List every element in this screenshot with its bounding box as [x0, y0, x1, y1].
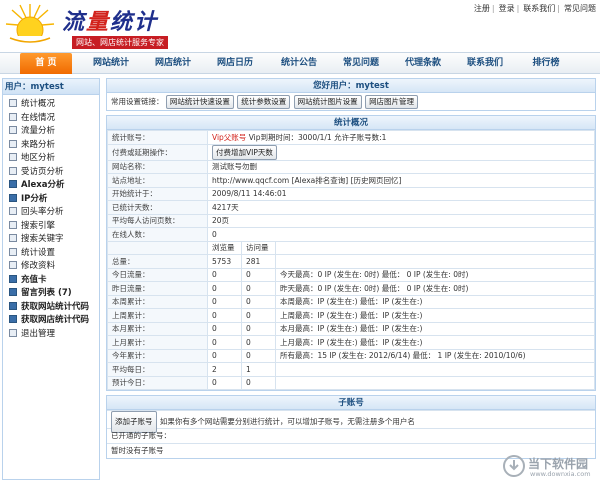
quick-links: 常用设置链接： 网站统计快速设置 统计参数设置 网站统计图片设置 网店图片管理	[107, 93, 595, 110]
vip-link[interactable]: Vip父账号	[212, 133, 246, 142]
table-row: 在线人数： 0	[107, 227, 595, 242]
subaccount-panel: 子账号 添加子账号 如果你有多个网站需要分别进行统计，可以增加子账号，无需注册多…	[106, 395, 596, 459]
sidebar-item-search-engine[interactable]: 搜索引擎	[3, 220, 99, 234]
sidebar-item-return-rate[interactable]: 回头率分析	[3, 206, 99, 220]
page-icon	[9, 220, 17, 229]
sidebar-item-online[interactable]: 在线情况	[3, 112, 99, 126]
table-row: 站点地址： http://www.qqcf.com [Alexa排名查询] [历…	[107, 173, 595, 188]
image-setup-button[interactable]: 网站统计图片设置	[293, 95, 362, 109]
faq-link[interactable]: 常见问题	[564, 4, 596, 13]
page-icon	[9, 112, 17, 121]
welcome-title: 您好用户：mytest	[107, 79, 595, 93]
table-row: 统计账号： Vip父账号 Vip到期时间：3000/1/1 允许子账号数:1	[107, 130, 595, 145]
sidebar: 用户：mytest 统计概况 在线情况 流量分析 来路分析 地区分析 受访页分析…	[2, 78, 100, 480]
sidebar-item-keywords[interactable]: 搜索关键字	[3, 233, 99, 247]
page-icon	[9, 207, 17, 215]
sidebar-item-profile[interactable]: 修改资料	[3, 260, 99, 274]
nav-agent-terms[interactable]: 代理条款	[394, 53, 452, 74]
page-icon	[9, 193, 17, 202]
overview-title: 统计概况	[107, 116, 595, 130]
quick-links-label: 常用设置链接：	[111, 97, 164, 106]
nav-contact[interactable]: 联系我们	[456, 53, 514, 74]
download-logo-icon	[503, 455, 525, 477]
page-icon	[9, 234, 17, 242]
sidebar-item-pages[interactable]: 受访页分析	[3, 166, 99, 180]
table-row: 本月累计： 0 0 本月最高：IP (发生在:) 最低：IP (发生在:)	[107, 321, 595, 336]
welcome-panel: 您好用户：mytest 常用设置链接： 网站统计快速设置 统计参数设置 网站统计…	[106, 78, 596, 111]
page-icon	[9, 153, 17, 161]
nav-site-stats[interactable]: 网站统计	[82, 53, 140, 74]
page-icon	[9, 139, 17, 148]
page-icon	[9, 288, 17, 296]
sidebar-item-settings[interactable]: 统计设置	[3, 247, 99, 261]
table-row: 上月累计： 0 0 上月最高：IP (发生在:) 最低：IP (发生在:)	[107, 335, 595, 350]
table-row: 今年累计： 0 0 所有最高：15 IP (发生在: 2012/6/14) 最低： 1…	[107, 348, 595, 363]
table-row: 网站名称： 测试账号勿删	[107, 159, 595, 174]
register-link[interactable]: 注册	[474, 4, 490, 13]
sun-logo-icon	[4, 4, 56, 50]
table-row: 已统计天数： 4217天	[107, 200, 595, 215]
sidebar-user: 用户：mytest	[3, 79, 99, 95]
overview-table: 统计账号： Vip父账号 Vip到期时间：3000/1/1 允许子账号数:1 付…	[107, 130, 595, 390]
page-icon	[9, 261, 17, 269]
logo-title[interactable]: 流量统计	[62, 4, 158, 36]
watermark: 当下软件园 www.downxia.com	[500, 452, 592, 480]
page-icon	[9, 301, 17, 310]
sidebar-item-get-shop-code[interactable]: 获取网店统计代码	[3, 314, 99, 328]
page-icon	[9, 126, 17, 134]
table-row: 昨日流量： 0 0 昨天最高：0 IP (发生在: 0时) 最低： 0 IP (发生在…	[107, 281, 595, 296]
sidebar-item-referrer[interactable]: 来路分析	[3, 139, 99, 153]
page-icon	[9, 247, 17, 256]
page-icon	[9, 99, 17, 107]
sidebar-item-messages[interactable]: 留言列表 (7)	[3, 287, 99, 301]
contact-link[interactable]: 联系我们	[523, 4, 555, 13]
shop-image-button[interactable]: 网店图片管理	[365, 95, 419, 109]
subaccount-title: 子账号	[107, 396, 595, 410]
nav-faq[interactable]: 常见问题	[332, 53, 390, 74]
table-row: 今日流量： 0 0 今天最高：0 IP (发生在: 0时) 最低： 0 IP (发生在…	[107, 267, 595, 282]
page-icon	[9, 166, 17, 175]
sidebar-item-traffic[interactable]: 流量分析	[3, 125, 99, 139]
table-row: 开始统计于： 2009/8/11 14:46:01	[107, 186, 595, 201]
add-subaccount-hint: 如果你有多个网站需要分别进行统计，可以增加子账号，无需注册多个用户名	[159, 417, 415, 426]
main-nav: 首 页 网站统计 网店统计 网店日历 统计公告 常见问题 代理条款 联系我们 排…	[0, 52, 600, 74]
header: 流量统计 网站、网店统计服务专家 注册 | 登录 | 联系我们 | 常见问题	[0, 0, 600, 52]
main-content: 您好用户：mytest 常用设置链接： 网站统计快速设置 统计参数设置 网站统计…	[106, 78, 596, 463]
sidebar-item-overview[interactable]: 统计概况	[3, 98, 99, 112]
nav-ranking[interactable]: 排行榜	[518, 53, 574, 74]
nav-shop-calendar[interactable]: 网店日历	[206, 53, 264, 74]
page-icon	[9, 274, 17, 283]
sidebar-item-ip[interactable]: IP分析	[3, 193, 99, 207]
param-setup-button[interactable]: 统计参数设置	[237, 95, 291, 109]
table-row: 平均每人访问页数： 20页	[107, 213, 595, 228]
sidebar-item-get-site-code[interactable]: 获取网站统计代码	[3, 301, 99, 315]
table-row: 本周累计： 0 0 本周最高：IP (发生在:) 最低：IP (发生在:)	[107, 294, 595, 309]
sidebar-item-recharge[interactable]: 充值卡	[3, 274, 99, 288]
login-link[interactable]: 登录	[499, 4, 515, 13]
overview-panel: 统计概况 统计账号： Vip父账号 Vip到期时间：3000/1/1 允许子账号…	[106, 115, 596, 391]
sidebar-item-alexa[interactable]: Alexa分析	[3, 179, 99, 193]
nav-announcements[interactable]: 统计公告	[270, 53, 328, 74]
table-row: 平均每日： 2 1	[107, 362, 595, 377]
sidebar-item-region[interactable]: 地区分析	[3, 152, 99, 166]
top-links: 注册 | 登录 | 联系我们 | 常见问题	[473, 4, 596, 13]
page-icon	[9, 315, 17, 323]
table-header-row: 浏览量 访问量	[107, 240, 595, 255]
table-row: 付费或延期操作： 付费增加VIP天数	[107, 143, 595, 161]
subaccount-opened-label: 已开通的子账号：	[107, 428, 595, 443]
logo-slogan: 网站、网店统计服务专家	[72, 36, 168, 49]
page-icon	[9, 328, 17, 337]
sidebar-item-logout[interactable]: 退出管理	[3, 328, 99, 342]
page-icon	[9, 180, 17, 188]
table-row: 上周累计： 0 0 上周最高：IP (发生在:) 最低：IP (发生在:)	[107, 308, 595, 323]
quick-setup-button[interactable]: 网站统计快速设置	[165, 95, 234, 109]
renew-vip-button[interactable]: 付费增加VIP天数	[212, 144, 277, 160]
table-row: 总量： 5753 281	[107, 254, 595, 269]
nav-shop-stats[interactable]: 网店统计	[144, 53, 202, 74]
subaccount-add-row: 添加子账号 如果你有多个网站需要分别进行统计，可以增加子账号，无需注册多个用户名	[107, 410, 595, 433]
nav-home[interactable]: 首 页	[20, 53, 72, 74]
site-url[interactable]: http://www.qqcf.com [Alexa排名查询] [历史网页回忆]	[207, 173, 595, 188]
table-row: 预计今日： 0 0	[107, 375, 595, 390]
